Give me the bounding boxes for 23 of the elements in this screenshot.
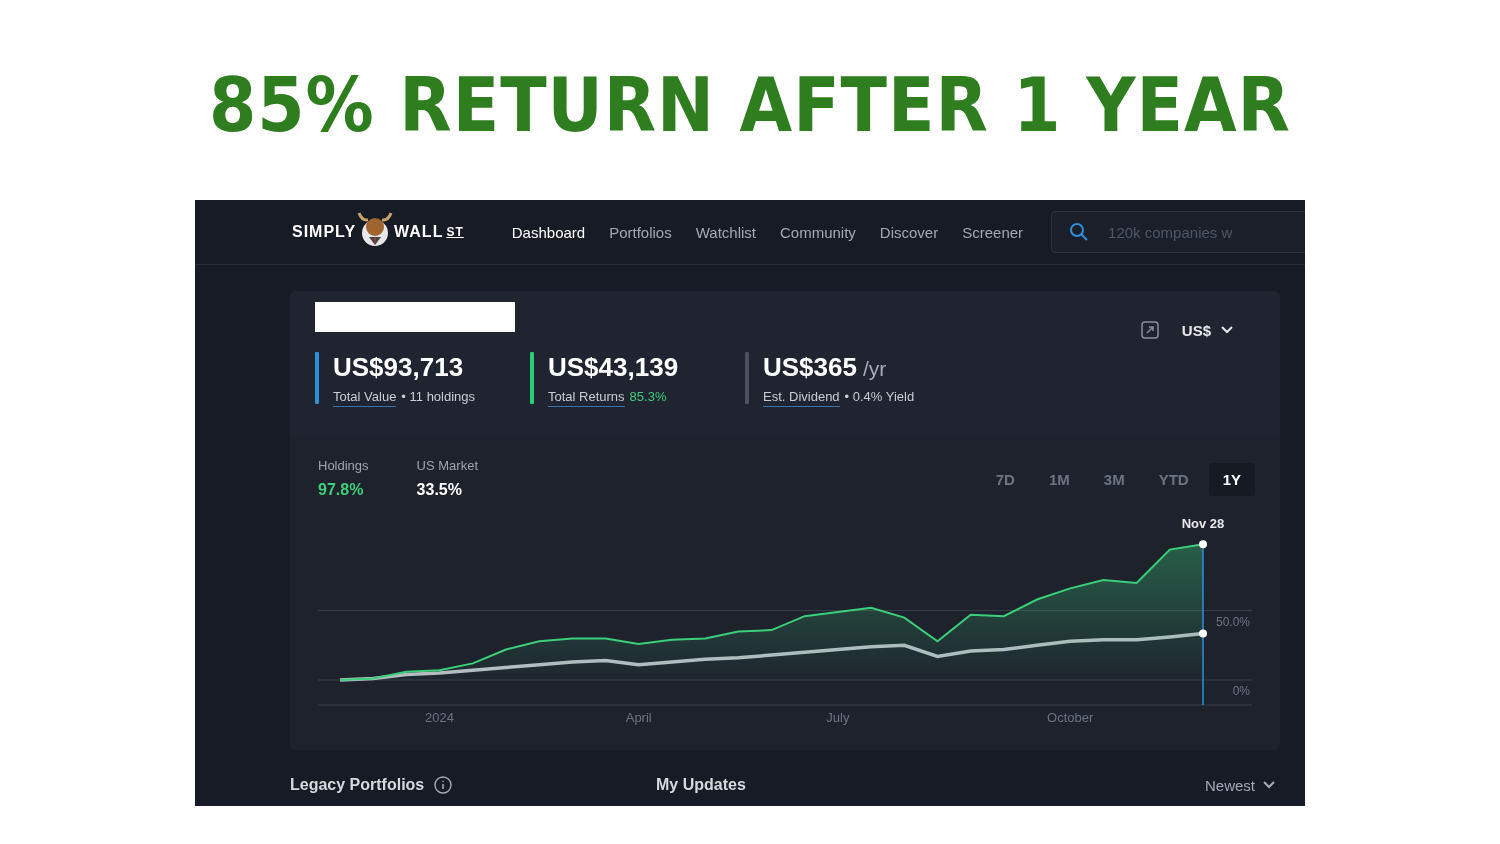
date-label: Nov 28 [1181,516,1225,531]
legend-value: 97.8% [318,481,365,499]
section-title: My Updates [656,776,746,794]
stat-value: US$43,139 [548,352,679,383]
legend-label: US Market [416,458,478,473]
stat-value: US$365 /yr [763,352,888,383]
axis-label: April [625,710,652,725]
stat-detail: • 0.4% Yield [844,389,915,406]
axis-label: 0% [1232,684,1250,698]
axis-label: 2024 [425,710,455,725]
logo-text: SIMPLY [292,223,357,241]
headline: 85% RETURN AFTER 1 YEAR [209,62,1291,148]
logo-text: WALL [394,223,444,241]
logo-text: ST [446,225,464,239]
stat-detail: • 11 holdings [401,389,476,406]
section-title: Legacy Portfolios [290,776,425,794]
axis-label: July [826,710,850,725]
legend-value: 33.5% [416,481,463,499]
stat-detail: 85.3% [629,389,667,406]
axis-label: October [1047,710,1094,725]
legend-label: Holdings [318,458,369,473]
stat-value: US$93,713 [333,352,465,383]
axis-label: 50.0% [1215,614,1250,629]
